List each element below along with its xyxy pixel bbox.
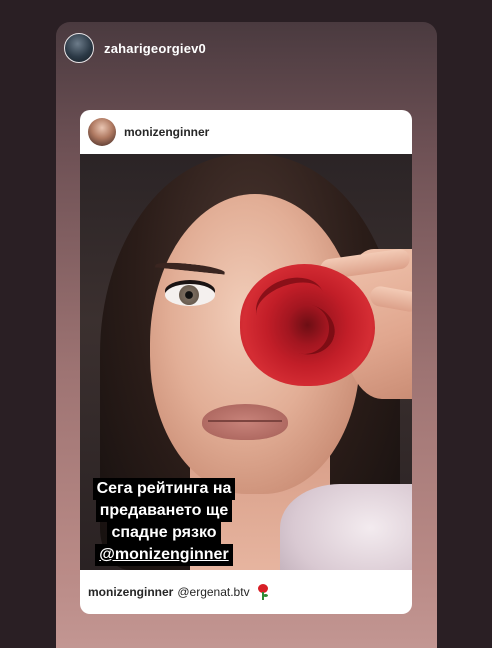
photo-lip-line [208, 420, 282, 422]
shared-post-card[interactable]: monizenginner Сега рейтинга на предаване… [80, 110, 412, 614]
caption-line: Сега рейтинга на [92, 478, 236, 500]
story-author-username[interactable]: zaharigeorgiev0 [104, 41, 206, 56]
photo-shirt [280, 484, 412, 570]
post-photo[interactable]: Сега рейтинга на предаването ще спадне р… [80, 154, 412, 570]
story-container: zaharigeorgiev0 monizenginner Сега рейти… [56, 22, 437, 648]
post-author-username[interactable]: monizenginner [124, 125, 209, 139]
post-author-avatar[interactable] [88, 118, 116, 146]
photo-eye [165, 284, 215, 306]
story-author-avatar[interactable] [64, 33, 94, 63]
caption-mention[interactable]: @monizenginner [95, 544, 233, 566]
photo-iris [179, 285, 199, 305]
post-footer: monizenginner @ergenat.btv [80, 570, 412, 614]
photo-lips [202, 404, 288, 440]
rose-icon-leaf [262, 594, 268, 597]
footer-username[interactable]: monizenginner [88, 585, 173, 599]
post-header[interactable]: monizenginner [80, 110, 412, 154]
story-text-caption: Сега рейтинга на предаването ще спадне р… [84, 478, 244, 566]
caption-line: спадне рязко [107, 522, 221, 544]
caption-line: предаването ще [95, 500, 233, 522]
story-header[interactable]: zaharigeorgiev0 [64, 32, 206, 64]
footer-mention[interactable]: @ergenat.btv [177, 585, 249, 599]
rose-icon [256, 584, 270, 600]
